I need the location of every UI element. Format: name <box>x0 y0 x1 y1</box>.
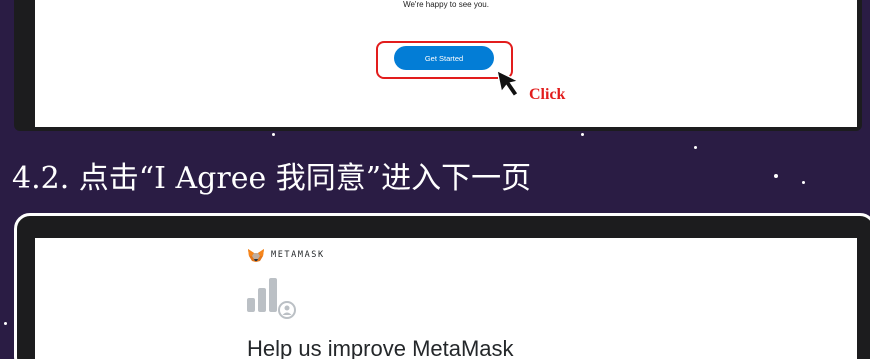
metamask-fox-icon <box>248 248 264 262</box>
background-star <box>774 174 778 178</box>
brand-name: METAMASK <box>271 250 325 260</box>
step-heading: 4.2. 点击“I Agree 我同意”进入下一页 <box>12 161 532 196</box>
page-heading: Help us improve MetaMask <box>247 336 514 359</box>
cursor-arrow-icon <box>498 69 521 98</box>
background-star <box>694 146 697 149</box>
analytics-bars-icon <box>247 278 296 319</box>
background-star <box>802 181 805 184</box>
get-started-button[interactable]: Get Started <box>394 46 494 70</box>
background-star <box>581 133 584 136</box>
background-star <box>4 322 7 325</box>
metamask-logo: METAMASK <box>247 247 325 263</box>
welcome-tagline: We're happy to see you. <box>403 0 489 9</box>
click-annotation: Click <box>529 86 566 103</box>
background-star <box>272 133 275 136</box>
